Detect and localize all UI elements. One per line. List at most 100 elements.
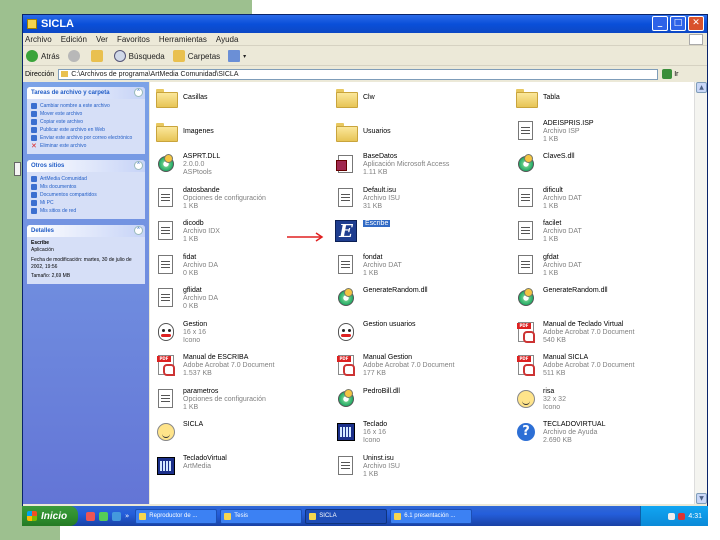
file-item[interactable]: E Escribe — [335, 220, 505, 250]
title-bar[interactable]: SICLA _ □ ✕ — [23, 15, 707, 33]
collapse-chevron-icon[interactable]: ⌃ — [134, 88, 143, 97]
menu-archivo[interactable]: Archivo — [25, 35, 52, 44]
file-item[interactable]: datosbande Opciones de configuración 1 KB — [155, 187, 325, 217]
place-item[interactable]: ArtMedia Comunidad — [31, 175, 142, 183]
tasks-panel-header[interactable]: Tareas de archivo y carpeta ⌃ — [27, 87, 145, 99]
file-item[interactable]: TecladoVirtual ArtMedia — [155, 455, 325, 485]
doc-icon — [155, 388, 177, 410]
file-item[interactable]: SICLA — [155, 421, 325, 451]
file-item[interactable]: Imagenes — [155, 120, 325, 150]
file-item[interactable]: parametros Opciones de configuración 1 KB — [155, 388, 325, 418]
task-item[interactable]: Copiar este archivo — [31, 118, 142, 126]
place-item[interactable]: Mi PC — [31, 199, 142, 207]
file-name: Manual Gestion — [363, 354, 413, 361]
forward-button[interactable] — [67, 50, 83, 62]
minimize-button[interactable]: _ — [652, 16, 668, 31]
scroll-down-button[interactable]: ▼ — [696, 493, 707, 504]
file-item[interactable]: Tabla — [515, 86, 685, 116]
file-item[interactable]: Gestion usuarios — [335, 321, 505, 351]
antivirus-icon[interactable] — [678, 512, 686, 520]
vertical-scrollbar[interactable]: ▲ ▼ — [694, 82, 707, 504]
file-item[interactable]: ASPRT.DLL 2.0.0.0 ASPtools — [155, 153, 325, 183]
delete-icon: ✕ — [31, 142, 37, 150]
folders-button[interactable]: Carpetas — [172, 50, 220, 62]
place-item[interactable]: Documentos compartidos — [31, 191, 142, 199]
go-arrow-icon[interactable] — [662, 69, 673, 79]
file-item-text: Manual de ESCRIBA Adobe Acrobat 7.0 Docum… — [183, 354, 274, 378]
file-item[interactable]: BaseDatos Aplicación Microsoft Access 1.11… — [335, 153, 505, 183]
file-list: Casillas Clw Tabla Imagenes Usuarios ADEISPRI… — [150, 82, 695, 504]
tray-icon[interactable] — [668, 512, 676, 520]
menu-ver[interactable]: Ver — [96, 35, 108, 44]
taskbar-button[interactable]: Reproductor de ... — [135, 508, 218, 524]
back-button[interactable]: Atrás — [26, 50, 60, 62]
menu-favoritos[interactable]: Favoritos — [117, 35, 150, 44]
doc-icon — [155, 220, 177, 242]
quick-launch-icon[interactable] — [99, 511, 108, 521]
file-item[interactable]: ADEISPRIS.ISP Archivo ISP 1 KB — [515, 120, 685, 150]
quick-launch-more[interactable]: » — [125, 512, 129, 520]
start-label: Inicio — [41, 510, 68, 522]
place-item[interactable]: Mis documentos — [31, 183, 142, 191]
file-item[interactable]: Clw — [335, 86, 505, 116]
close-button[interactable]: ✕ — [688, 16, 704, 31]
file-item[interactable]: Manual SICLAAdobe Acrobat 7.0 Document51… — [515, 354, 685, 384]
details-panel-header[interactable]: Detalles ⌃ — [27, 225, 145, 237]
media-player-icon[interactable] — [86, 511, 95, 521]
menu-herramientas[interactable]: Herramientas — [159, 35, 207, 44]
menu-edicion[interactable]: Edición — [61, 35, 87, 44]
file-item[interactable]: Casillas — [155, 86, 325, 116]
file-item-text: ASPRT.DLL 2.0.0.0 ASPtools — [183, 153, 220, 177]
file-item[interactable]: fondat Archivo DAT 1 KB — [335, 254, 505, 284]
file-name: parametros — [183, 387, 219, 395]
go-label[interactable]: Ir — [674, 71, 678, 78]
file-item[interactable]: facilet Archivo DAT 1 KB — [515, 220, 685, 250]
file-item[interactable]: GenerateRandom.dll — [335, 287, 505, 317]
file-item[interactable]: Uninst.isu Archivo ISU 1 KB — [335, 455, 505, 485]
views-button[interactable]: ▾ — [228, 50, 246, 62]
collapse-chevron-icon[interactable]: ⌃ — [134, 226, 143, 235]
file-item[interactable]: ? TECLADOVIRTUAL Archivo de Ayuda 2.690 KB — [515, 421, 685, 451]
file-item[interactable]: Manual GestionAdobe Acrobat 7.0 Document… — [335, 354, 505, 384]
mdb-icon — [335, 153, 357, 175]
file-item[interactable]: gfdat Archivo DAT 1 KB — [515, 254, 685, 284]
places-panel-header[interactable]: Otros sitios ⌃ — [27, 160, 145, 172]
collapse-chevron-icon[interactable]: ⌃ — [134, 161, 143, 170]
file-item[interactable]: dificult Archivo DAT 1 KB — [515, 187, 685, 217]
search-button[interactable]: Búsqueda — [113, 50, 165, 62]
taskbar-button[interactable]: SICLA — [305, 508, 388, 524]
task-item[interactable]: Publicar este archivo en Web — [31, 126, 142, 134]
task-item[interactable]: Enviar este archivo por correo electróni… — [31, 134, 142, 142]
file-item[interactable]: Teclado 16 x 16 Icono — [335, 421, 505, 451]
file-item[interactable]: Gestion 16 x 16 Icono — [155, 321, 325, 351]
file-item[interactable]: Manual de ESCRIBAAdobe Acrobat 7.0 Docum… — [155, 354, 325, 384]
start-button[interactable]: Inicio — [22, 506, 78, 526]
up-folder-button[interactable] — [90, 50, 106, 62]
file-item[interactable]: GenerateRandom.dll — [515, 287, 685, 317]
file-detail: Aplicación Microsoft Access — [363, 161, 450, 168]
file-detail: 2.0.0.0 — [183, 161, 205, 168]
file-item-text: fondat Archivo DAT 1 KB — [363, 254, 402, 278]
task-item-label: Copiar este archivo — [40, 119, 84, 125]
file-item[interactable]: Usuarios — [335, 120, 505, 150]
task-item[interactable]: Mover este archivo — [31, 110, 142, 118]
maximize-button[interactable]: □ — [670, 16, 686, 31]
browser-icon[interactable] — [112, 511, 121, 521]
taskbar-button[interactable]: 6.1 presentación ... — [390, 508, 473, 524]
place-item-label: Mis sitios de red — [40, 208, 77, 214]
file-item[interactable]: Manual de Teclado VirtualAdobe Acrobat 7… — [515, 321, 685, 351]
place-item[interactable]: Mis sitios de red — [31, 207, 142, 215]
task-item[interactable]: ✕ Eliminar este archivo — [31, 142, 142, 150]
scroll-up-button[interactable]: ▲ — [696, 82, 707, 93]
file-item[interactable]: fidat Archivo DA 0 KB — [155, 254, 325, 284]
file-item[interactable]: Default.isu Archivo ISU 31 KB — [335, 187, 505, 217]
task-item[interactable]: Cambiar nombre a este archivo — [31, 102, 142, 110]
file-item[interactable]: ClaveS.dll — [515, 153, 685, 183]
address-input[interactable]: C:\Archivos de programa\ArtMedia Comunid… — [58, 68, 659, 80]
taskbar-button[interactable]: Tesis — [220, 508, 303, 524]
file-item[interactable]: risa 32 x 32 Icono — [515, 388, 685, 418]
menu-ayuda[interactable]: Ayuda — [216, 35, 239, 44]
file-item[interactable]: PedroBill.dll — [335, 388, 505, 418]
file-item-text: Usuarios — [363, 128, 391, 136]
file-item[interactable]: gflidat Archivo DA 0 KB — [155, 287, 325, 317]
